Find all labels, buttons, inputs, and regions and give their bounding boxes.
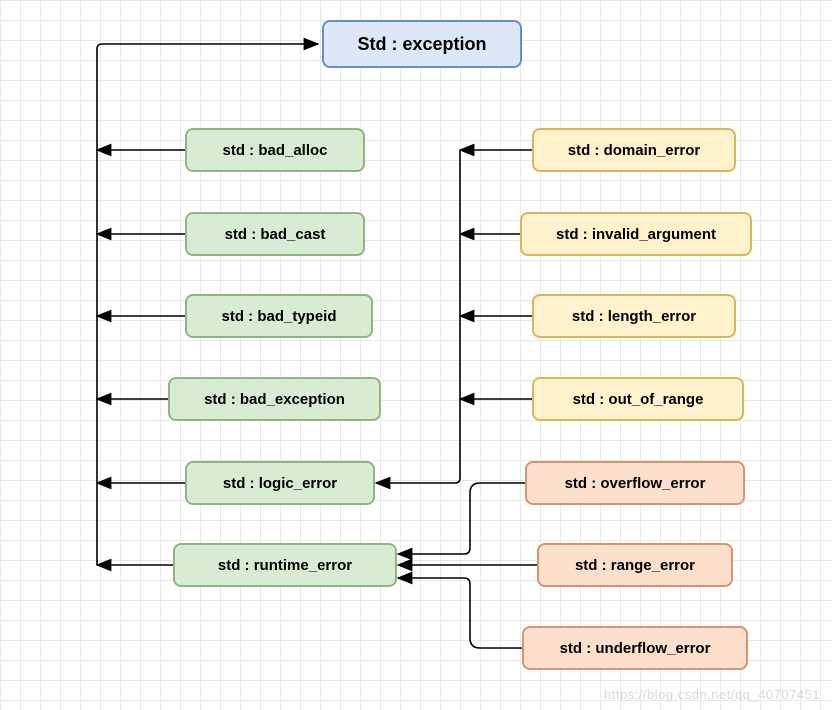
label: std : bad_exception [204, 391, 345, 408]
label: std : underflow_error [560, 640, 711, 657]
label: std : length_error [572, 308, 696, 325]
label: std : domain_error [568, 142, 701, 159]
label: std : runtime_error [218, 557, 352, 574]
label: std : invalid_argument [556, 226, 716, 243]
label: std : range_error [575, 557, 695, 574]
node-underflow-error: std : underflow_error [522, 626, 748, 670]
label: std : logic_error [223, 475, 337, 492]
node-overflow-error: std : overflow_error [525, 461, 745, 505]
label: std : bad_alloc [222, 142, 327, 159]
node-length-error: std : length_error [532, 294, 736, 338]
node-invalid-argument: std : invalid_argument [520, 212, 752, 256]
connector-arrows [0, 0, 832, 710]
node-runtime-error: std : runtime_error [173, 543, 397, 587]
root-label: Std : exception [357, 34, 486, 55]
label: std : overflow_error [565, 475, 706, 492]
node-range-error: std : range_error [537, 543, 733, 587]
node-bad-cast: std : bad_cast [185, 212, 365, 256]
label: std : out_of_range [573, 391, 704, 408]
node-bad-exception: std : bad_exception [168, 377, 381, 421]
node-logic-error: std : logic_error [185, 461, 375, 505]
watermark-text: https://blog.csdn.net/qq_40707451 [604, 687, 820, 702]
node-domain-error: std : domain_error [532, 128, 736, 172]
root-exception: Std : exception [322, 20, 522, 68]
node-out-of-range: std : out_of_range [532, 377, 744, 421]
node-bad-alloc: std : bad_alloc [185, 128, 365, 172]
label: std : bad_cast [225, 226, 326, 243]
node-bad-typeid: std : bad_typeid [185, 294, 373, 338]
label: std : bad_typeid [221, 308, 336, 325]
